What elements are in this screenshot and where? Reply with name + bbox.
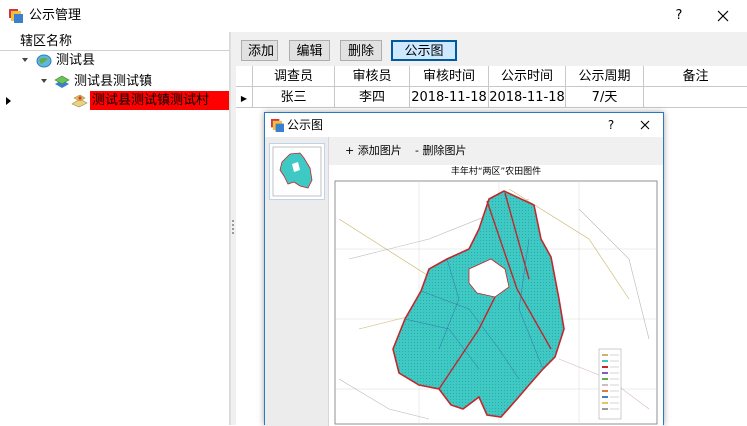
table-cell[interactable]: 李四	[335, 87, 410, 108]
row-pointer-icon	[5, 95, 13, 105]
chevron-down-icon	[41, 79, 47, 83]
dialog-help-button[interactable]: ?	[601, 115, 621, 135]
table-cell[interactable]: 7/天	[566, 87, 644, 108]
chevron-down-icon	[22, 58, 28, 62]
map-title: 丰年村“两区”农田图件	[450, 167, 542, 177]
village-map-icon	[71, 93, 88, 108]
map-preview: 丰年村“两区”农田图件	[329, 165, 663, 426]
tree-node-town[interactable]: 测试县测试镇	[74, 72, 152, 92]
map-layer-icon	[54, 74, 70, 89]
edit-button[interactable]: 编辑	[289, 40, 330, 61]
table-cell[interactable]: 2018-11-18	[489, 87, 566, 108]
dialog-close-button[interactable]	[637, 117, 653, 133]
window-title: 公示管理	[29, 8, 82, 23]
column-header[interactable]: 审核时间	[410, 66, 489, 87]
expand-toggle-town[interactable]	[39, 75, 49, 85]
tree-header-label: 辖区名称	[20, 34, 73, 49]
expand-toggle-county[interactable]	[20, 54, 30, 64]
column-header[interactable]: 公示周期	[566, 66, 644, 87]
table-cell[interactable]: 张三	[253, 87, 335, 108]
app-icon	[271, 119, 284, 132]
tree-node-village[interactable]: 测试县测试镇测试村	[90, 91, 229, 110]
column-header[interactable]: 公示时间	[489, 66, 566, 87]
dialog-toolbar: + 添加图片 - 删除图片	[329, 137, 663, 165]
notice-map-button[interactable]: 公示图	[391, 40, 457, 61]
column-header[interactable]: 调查员	[253, 66, 335, 87]
row-pointer-icon: ▶	[240, 94, 248, 103]
column-header[interactable]: 审核员	[335, 66, 410, 87]
close-button[interactable]	[711, 4, 735, 28]
add-image-button[interactable]: + 添加图片	[345, 142, 402, 160]
help-button[interactable]: ?	[667, 4, 691, 28]
thumbnail-panel	[265, 137, 329, 426]
splitter-grip-icon	[232, 220, 234, 234]
delete-button[interactable]: 删除	[340, 40, 382, 61]
map-thumbnail[interactable]	[269, 143, 325, 200]
close-icon	[717, 10, 729, 22]
add-button[interactable]: 添加	[241, 40, 278, 61]
dialog-title: 公示图	[287, 118, 324, 132]
tree-node-county[interactable]: 测试县	[56, 51, 95, 71]
delete-image-button[interactable]: - 删除图片	[415, 142, 466, 160]
app-icon	[9, 9, 23, 23]
title-bar	[0, 0, 747, 32]
table-cell[interactable]: 2018-11-18	[410, 87, 489, 108]
grid-corner-header	[236, 66, 253, 87]
farmland-map-image	[334, 180, 658, 425]
row-header[interactable]: ▶	[236, 87, 253, 108]
column-header[interactable]: 备注	[644, 66, 747, 87]
table-cell[interactable]	[644, 87, 747, 108]
close-icon	[640, 120, 650, 130]
region-tree-panel: 辖区名称 测试县 测试县测试镇 测试县测试镇测试村	[0, 32, 230, 425]
notice-map-dialog: 公示图 ? + 添加图片 - 删除图片 丰年村“两区”农田图件	[264, 112, 664, 426]
globe-icon	[35, 53, 52, 68]
